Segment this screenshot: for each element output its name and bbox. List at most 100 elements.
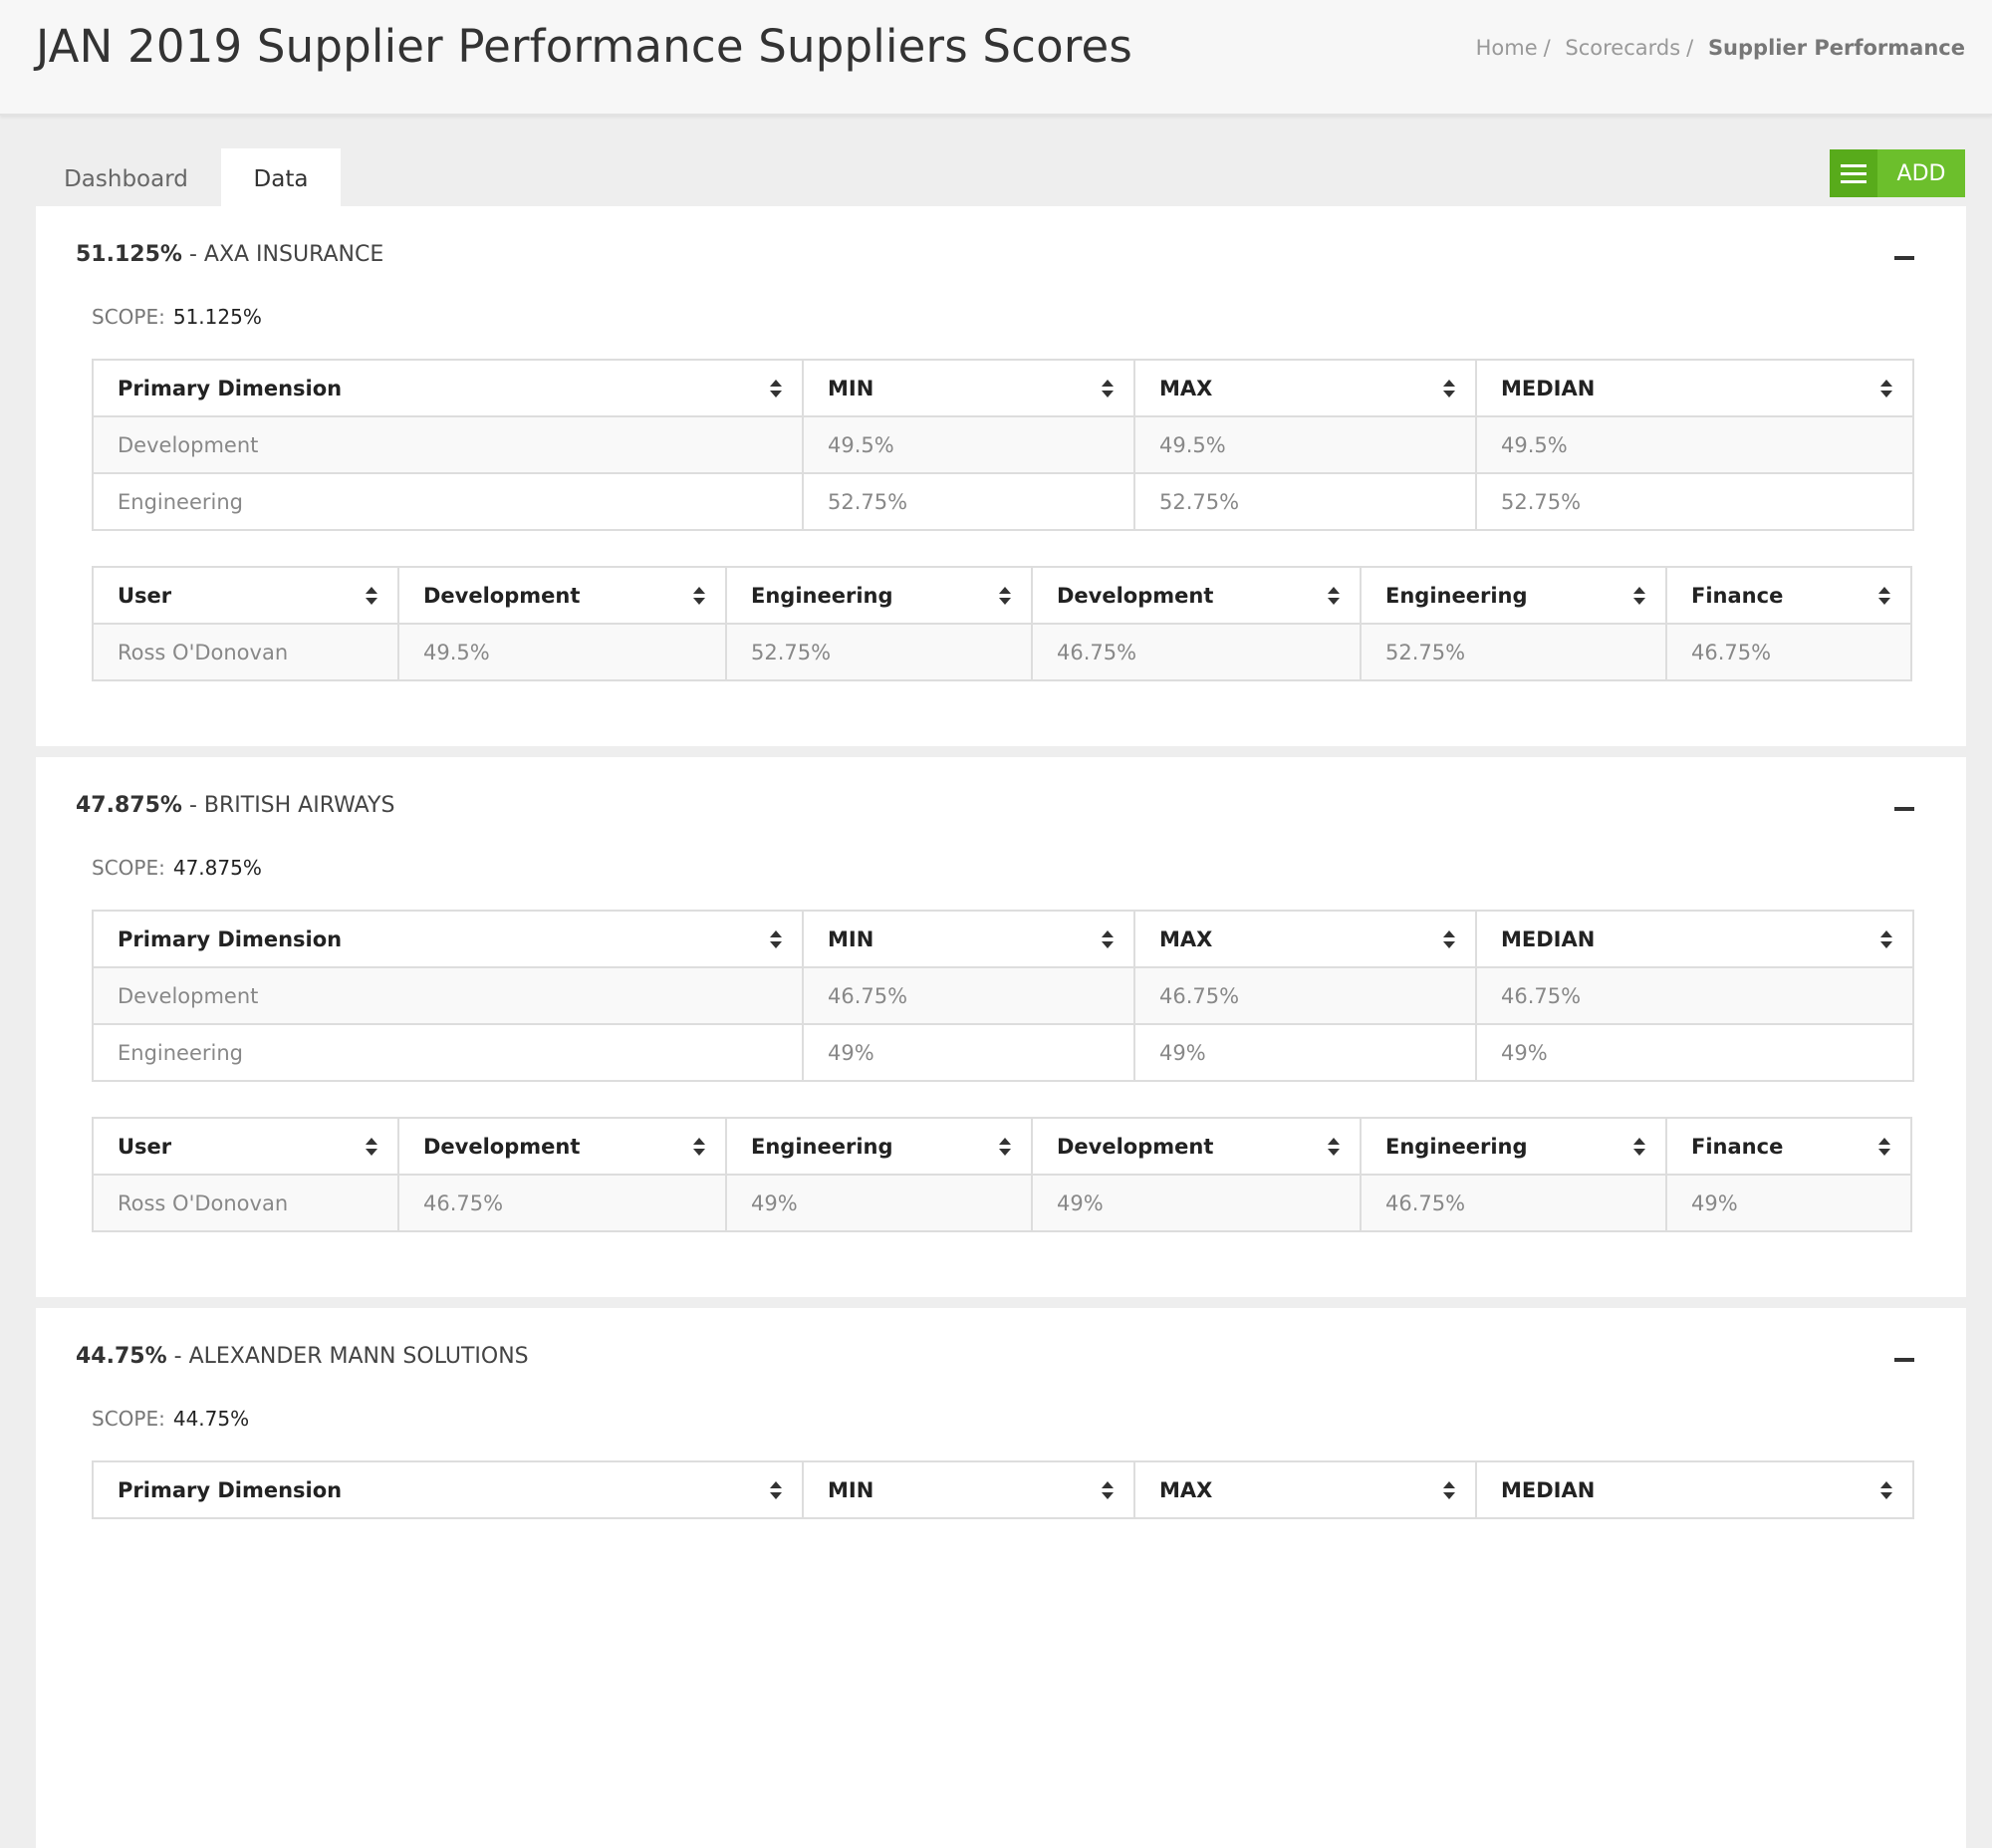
sort-icon[interactable] [1102,1480,1114,1499]
column-header-label: Primary Dimension [118,1477,343,1502]
column-header-label: MEDIAN [1501,376,1596,400]
sort-icon[interactable] [1878,586,1890,605]
column-header[interactable]: Development [397,1117,727,1176]
column-header[interactable]: MIN [802,1460,1135,1519]
sort-icon[interactable] [366,1137,377,1156]
column-header[interactable]: Primary Dimension [92,910,804,968]
column-header[interactable]: User [92,1117,399,1176]
collapse-icon[interactable] [1894,807,1914,811]
add-button[interactable]: ADD [1830,149,1965,197]
sort-icon[interactable] [1102,379,1114,397]
sort-icon[interactable] [770,379,782,397]
supplier-name: BRITISH AIRWAYS [203,793,395,818]
sort-icon[interactable] [1633,586,1645,605]
supplier-name: ALEXANDER MANN SOLUTIONS [188,1344,529,1369]
column-header[interactable]: MIN [802,359,1135,417]
column-header[interactable]: MIN [802,910,1135,968]
column-header[interactable]: User [92,566,399,625]
column-header[interactable]: Primary Dimension [92,1460,804,1519]
sort-icon[interactable] [693,586,705,605]
breadcrumb: Home / Scorecards / Supplier Performance [1476,36,1965,60]
table-cell: Development [92,415,804,474]
column-header-label: MAX [1159,376,1213,400]
column-header[interactable]: MAX [1133,359,1477,417]
column-header-label: Finance [1691,1134,1784,1159]
table-cell: 46.75% [397,1174,727,1232]
table-cell: 49.5% [1133,415,1477,474]
supplier-heading-separator: - [181,242,204,267]
scope-value: 51.125% [172,305,262,329]
dimension-table: Primary Dimension MIN MAX MEDIAN [92,1460,1914,1519]
column-header[interactable]: Finance [1665,1117,1912,1176]
menu-icon[interactable] [1830,149,1877,197]
column-header[interactable]: MAX [1133,910,1477,968]
column-header[interactable]: Engineering [1360,566,1667,625]
sort-icon[interactable] [999,586,1011,605]
table-cell: Development [92,966,804,1025]
table-cell: 46.75% [1475,966,1914,1025]
sort-icon[interactable] [1633,1137,1645,1156]
collapse-icon[interactable] [1894,256,1914,260]
column-header[interactable]: MEDIAN [1475,910,1914,968]
supplier-heading[interactable]: 44.75% - ALEXANDER MANN SOLUTIONS [76,1344,529,1369]
sort-icon[interactable] [770,1480,782,1499]
scope-label: SCOPE: [92,1407,165,1431]
supplier-heading[interactable]: 51.125% - AXA INSURANCE [76,242,383,267]
supplier-heading[interactable]: 47.875% - BRITISH AIRWAYS [76,793,394,818]
sort-icon[interactable] [366,586,377,605]
breadcrumb-scorecards[interactable]: Scorecards [1565,36,1680,60]
column-header-label: Development [423,1134,581,1159]
breadcrumb-home[interactable]: Home [1476,36,1538,60]
table-header-row: Primary Dimension MIN MAX MEDIAN [92,910,1914,968]
table-header-row: Primary Dimension MIN MAX MEDIAN [92,359,1914,417]
table-cell: 49% [1665,1174,1912,1232]
column-header[interactable]: MEDIAN [1475,1460,1914,1519]
sort-icon[interactable] [1102,929,1114,948]
column-header-label: MIN [828,926,874,951]
table-cell: 46.75% [1031,623,1362,681]
sort-icon[interactable] [770,929,782,948]
column-header[interactable]: Engineering [725,566,1033,625]
sort-icon[interactable] [1443,379,1455,397]
tab-data[interactable]: Data [221,148,341,208]
column-header[interactable]: Development [1031,566,1362,625]
column-header-label: Engineering [1385,583,1528,608]
column-header-label: MEDIAN [1501,926,1596,951]
table-row: Development 49.5% 49.5% 49.5% [92,415,1914,474]
supplier-score: 47.875% [76,793,182,818]
table-cell: 49.5% [1475,415,1914,474]
sort-icon[interactable] [1880,379,1892,397]
collapse-icon[interactable] [1894,1358,1914,1362]
table-row: Ross O'Donovan 49.5% 52.75% 46.75% 52.75% 46.… [92,623,1912,681]
sort-icon[interactable] [1328,586,1340,605]
dimension-table: Primary Dimension MIN MAX MEDIAN Development… [92,359,1914,531]
column-header[interactable]: Engineering [725,1117,1033,1176]
column-header[interactable]: MAX [1133,1460,1477,1519]
user-scores-table: User Development Engineering Development Eng… [92,1117,1912,1232]
sort-icon[interactable] [1328,1137,1340,1156]
table-row: Engineering 52.75% 52.75% 52.75% [92,472,1914,531]
sort-icon[interactable] [693,1137,705,1156]
page-title: JAN 2019 Supplier Performance Suppliers … [36,20,1133,73]
column-header[interactable]: Primary Dimension [92,359,804,417]
column-header[interactable]: Development [397,566,727,625]
column-header[interactable]: Finance [1665,566,1912,625]
sort-icon[interactable] [1880,929,1892,948]
sort-icon[interactable] [1880,1480,1892,1499]
table-cell: 49% [725,1174,1033,1232]
table-cell: 52.75% [725,623,1033,681]
supplier-name: AXA INSURANCE [203,242,384,267]
sort-icon[interactable] [999,1137,1011,1156]
supplier-score: 44.75% [76,1344,167,1369]
sort-icon[interactable] [1878,1137,1890,1156]
column-header-label: MAX [1159,926,1213,951]
table-cell: 52.75% [1133,472,1477,531]
column-header[interactable]: Development [1031,1117,1362,1176]
column-header[interactable]: Engineering [1360,1117,1667,1176]
table-cell: 46.75% [1360,1174,1667,1232]
tab-dashboard[interactable]: Dashboard [36,148,216,208]
column-header[interactable]: MEDIAN [1475,359,1914,417]
column-header-label: MAX [1159,1477,1213,1502]
sort-icon[interactable] [1443,929,1455,948]
sort-icon[interactable] [1443,1480,1455,1499]
